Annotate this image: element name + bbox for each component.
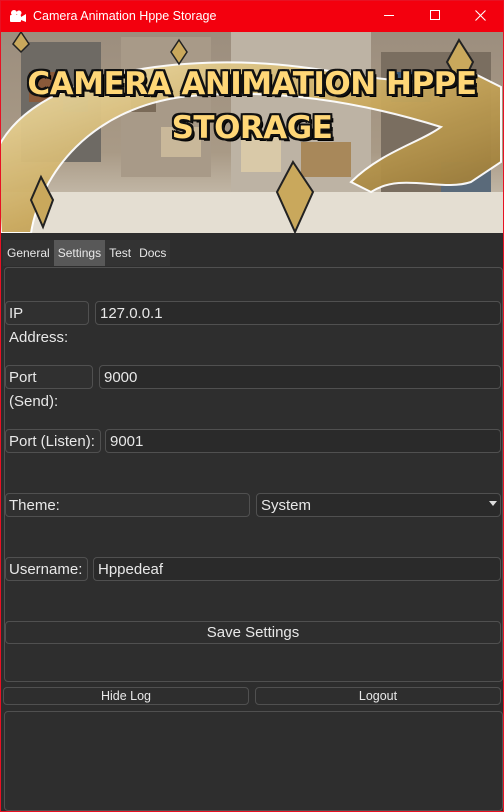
chevron-down-icon: [489, 501, 497, 506]
minimize-button[interactable]: [366, 1, 412, 32]
save-settings-button[interactable]: Save Settings: [5, 621, 501, 644]
camera-icon: [9, 9, 27, 23]
hide-log-button[interactable]: Hide Log: [3, 687, 249, 705]
tab-settings[interactable]: Settings: [53, 240, 106, 266]
banner-title-line2: STORAGE: [171, 110, 333, 146]
window-title: Camera Animation Hppe Storage: [33, 9, 217, 23]
log-area[interactable]: [4, 711, 503, 811]
port-listen-input[interactable]: 9001: [105, 429, 501, 453]
banner-title: CAMERA ANIMATION HPPE STORAGE: [1, 62, 503, 150]
theme-select[interactable]: System: [256, 493, 501, 517]
tab-docs[interactable]: Docs: [135, 240, 171, 266]
theme-select-value: System: [261, 497, 312, 514]
banner-image: CAMERA ANIMATION HPPE STORAGE: [1, 32, 503, 233]
port-send-label: Port (Send):: [5, 365, 93, 410]
ip-address-label: IP Address:: [5, 301, 89, 346]
maximize-icon: [429, 8, 441, 26]
port-send-input[interactable]: 9000: [99, 365, 501, 389]
minimize-icon: [383, 8, 395, 26]
tab-bar: General Settings Test Docs: [3, 240, 171, 266]
theme-label: Theme:: [5, 493, 250, 517]
title-bar[interactable]: Camera Animation Hppe Storage: [1, 1, 503, 32]
tab-general[interactable]: General: [3, 240, 54, 266]
close-button[interactable]: [457, 1, 503, 32]
username-input[interactable]: Hppedeaf: [93, 557, 501, 581]
banner-title-line1: CAMERA ANIMATION HPPE: [27, 66, 477, 102]
port-listen-label: Port (Listen):: [5, 429, 101, 453]
app-window: Camera Animation Hppe Storage CAMERA ANI…: [0, 0, 504, 812]
close-icon: [474, 8, 486, 26]
maximize-button[interactable]: [412, 1, 458, 32]
username-label: Username:: [5, 557, 88, 581]
ip-address-input[interactable]: 127.0.0.1: [95, 301, 501, 325]
logout-button[interactable]: Logout: [255, 687, 501, 705]
settings-panel: IP Address: 127.0.0.1 Port (Send): 9000 …: [4, 267, 503, 682]
tab-test[interactable]: Test: [105, 240, 136, 266]
